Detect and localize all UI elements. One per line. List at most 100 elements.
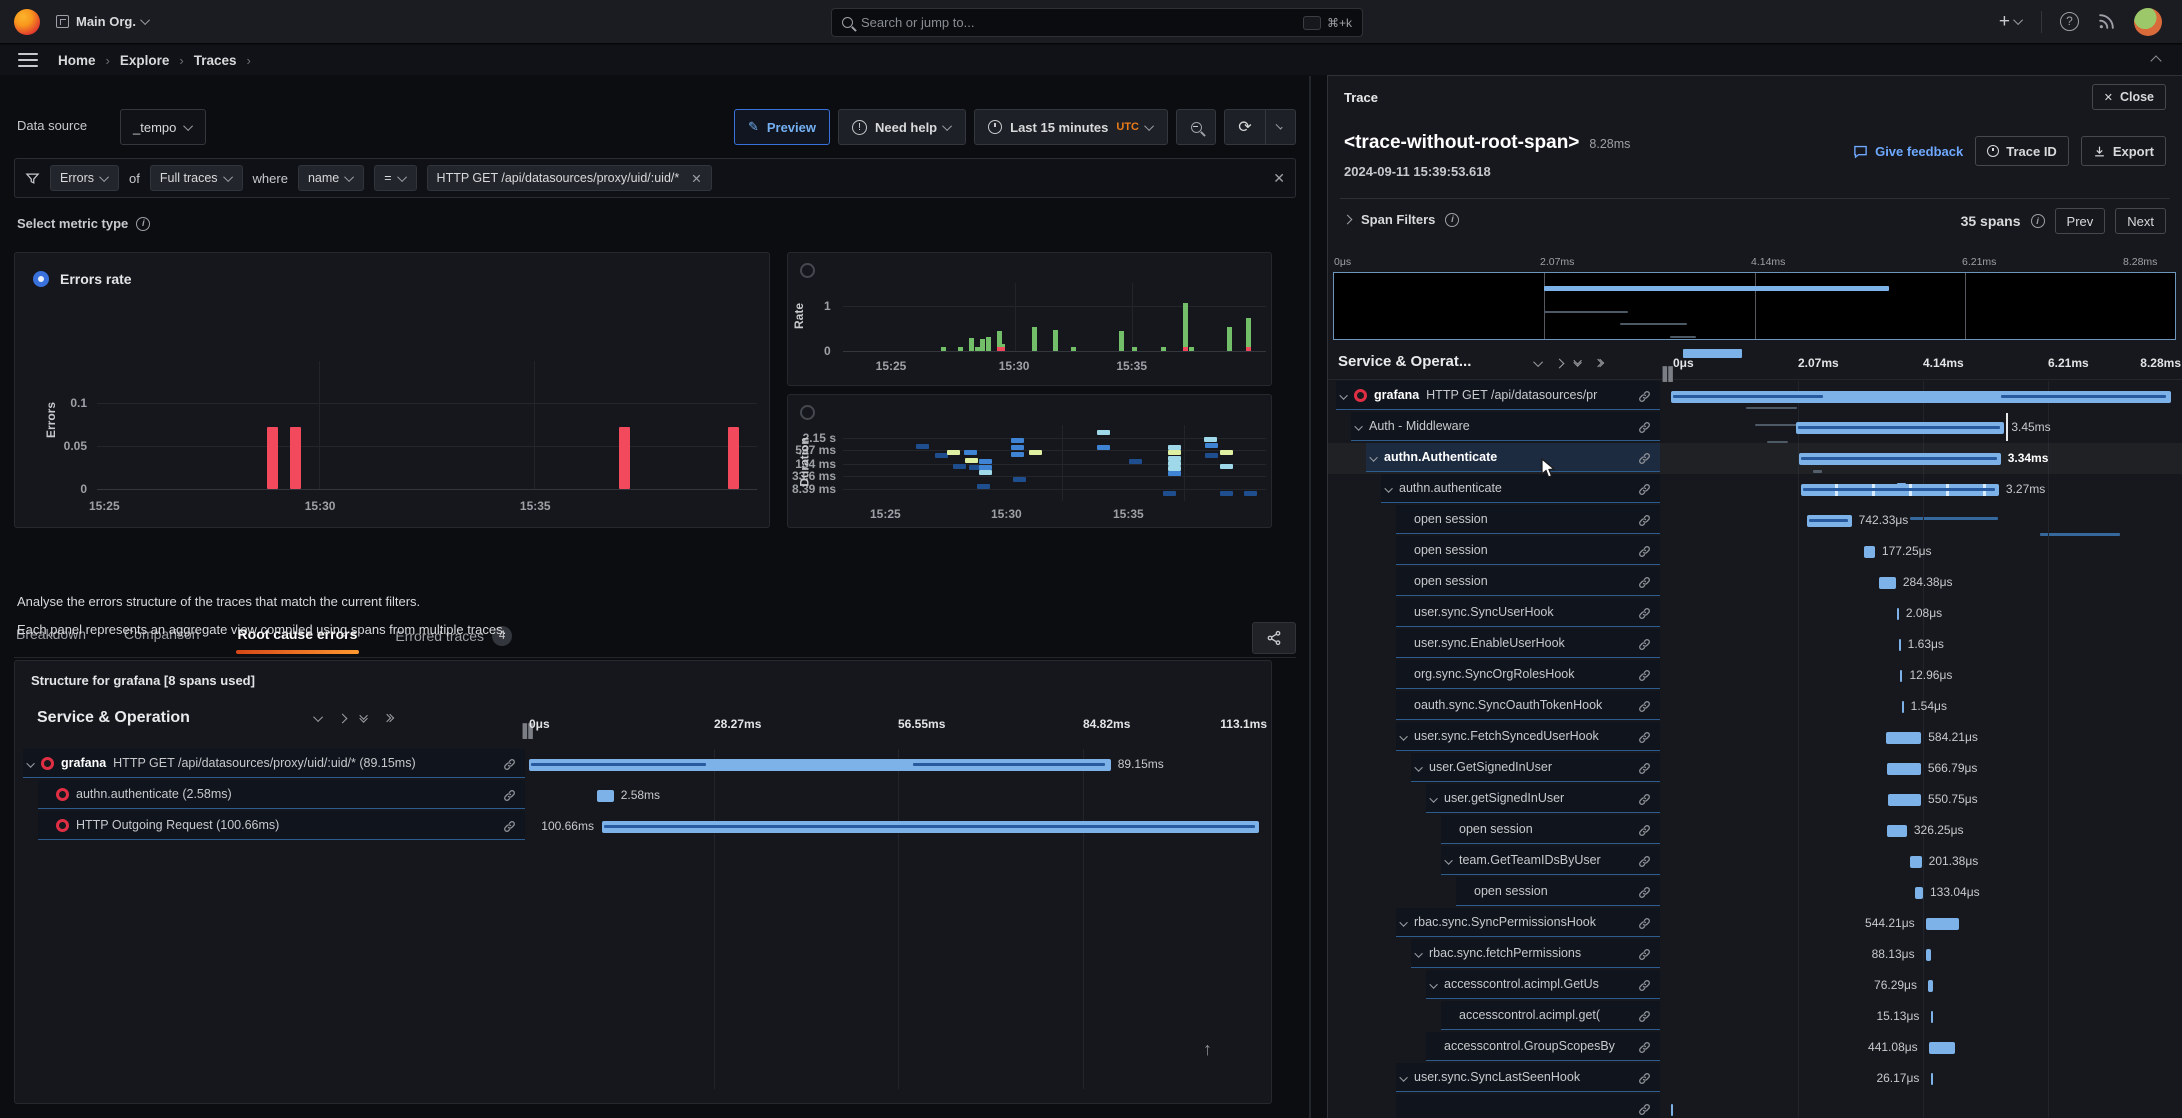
org-switcher[interactable]: Main Org. [56, 14, 150, 29]
tree-expand-icon[interactable] [1357, 419, 1363, 434]
span-row[interactable]: user.sync.SyncUserHook2.08μs [1328, 598, 2182, 629]
tree-expand-icon[interactable] [1447, 853, 1453, 868]
span-bar[interactable] [1910, 856, 1922, 868]
span-bar[interactable] [1801, 484, 1998, 496]
filter-chip-full-traces[interactable]: Full traces [150, 165, 243, 191]
span-row[interactable]: team.GetTeamIDsByUser201.38μs [1328, 846, 2182, 877]
span-link-icon[interactable] [1638, 886, 1651, 899]
share-button[interactable] [1252, 622, 1296, 654]
span-link-icon[interactable] [1638, 607, 1651, 620]
span-link-icon[interactable] [1638, 793, 1651, 806]
expand-one-icon[interactable] [1555, 358, 1565, 368]
span-name-cell[interactable]: user.GetSignedInUser [1411, 753, 1660, 782]
span-name-cell[interactable]: grafanaHTTP GET /api/datasources/pr [1336, 381, 1660, 410]
tree-expand-icon[interactable] [1432, 791, 1438, 806]
tree-expand-icon[interactable] [1417, 946, 1423, 961]
span-row[interactable]: authn.authenticate (2.58ms)2.58ms [15, 780, 1271, 811]
search-input[interactable]: Search or jump to... ⌘+k [831, 8, 1363, 37]
span-row[interactable]: user.sync.FetchSyncedUserHook584.21μs [1328, 722, 2182, 753]
span-name-cell[interactable]: open session [1396, 505, 1660, 534]
span-row[interactable]: open session326.25μs [1328, 815, 2182, 846]
span-bar[interactable] [1887, 763, 1921, 775]
span-name-cell[interactable]: accesscontrol.acimpl.get( [1441, 1001, 1660, 1030]
refresh-interval-button[interactable] [1266, 109, 1296, 145]
span-link-icon[interactable] [1638, 1010, 1651, 1023]
expand-all-icon[interactable] [1595, 360, 1603, 366]
next-button[interactable]: Next [2115, 208, 2166, 234]
span-bar[interactable] [597, 790, 614, 802]
timeline-minimap[interactable] [1333, 272, 2176, 340]
span-name-cell[interactable]: oauth.sync.SyncOauthTokenHook [1396, 691, 1660, 720]
span-row[interactable]: user.sync.EnableUserHook1.63μs [1328, 629, 2182, 660]
tree-expand-icon[interactable] [1372, 450, 1378, 465]
span-bar[interactable] [1900, 670, 1902, 682]
radio-duration[interactable] [800, 405, 815, 420]
span-row[interactable]: oauth.sync.SyncOauthTokenHook1.54μs [1328, 691, 2182, 722]
collapse-icon[interactable] [2150, 55, 2161, 66]
span-bar[interactable] [1929, 1042, 1956, 1054]
pane-divider[interactable] [1309, 76, 1311, 1118]
span-link-icon[interactable] [1638, 669, 1651, 682]
span-name-cell[interactable]: open session [1396, 567, 1660, 596]
span-name-cell[interactable]: grafanaHTTP GET /api/datasources/proxy/u… [23, 749, 525, 778]
span-link-icon[interactable] [1638, 483, 1651, 496]
span-bar[interactable] [602, 821, 1259, 833]
collapse-all-icon[interactable] [1576, 359, 1582, 367]
span-name-cell[interactable]: HTTP Outgoing Request (100.66ms) [38, 811, 525, 840]
span-name-cell[interactable] [1396, 1094, 1660, 1118]
expand-all-icon[interactable] [384, 715, 393, 721]
span-link-icon[interactable] [1638, 855, 1651, 868]
span-row[interactable]: authn.Authenticate3.34ms [1328, 443, 2182, 474]
span-bar[interactable] [1902, 701, 1904, 713]
tree-expand-icon[interactable] [1402, 1070, 1408, 1085]
span-link-icon[interactable] [1638, 452, 1651, 465]
filter-clear-icon[interactable]: ✕ [1273, 170, 1285, 187]
zoom-out-button[interactable] [1176, 109, 1216, 145]
span-link-icon[interactable] [1638, 1041, 1651, 1054]
help-icon[interactable]: ? [2060, 12, 2079, 31]
filter-chip-errors[interactable]: Errors [50, 165, 119, 191]
breadcrumb-item-traces[interactable]: Traces [194, 53, 237, 68]
tree-expand-icon[interactable] [29, 756, 35, 771]
span-link-icon[interactable] [1638, 731, 1651, 744]
span-bar[interactable] [1796, 422, 2004, 434]
span-row[interactable] [1328, 1094, 2182, 1118]
tree-expand-icon[interactable] [1342, 388, 1348, 403]
span-name-cell[interactable]: team.GetTeamIDsByUser [1441, 846, 1660, 875]
news-rss-icon[interactable] [2097, 12, 2116, 31]
span-bar[interactable] [1888, 794, 1921, 806]
collapse-all-icon[interactable] [362, 714, 368, 723]
avatar[interactable] [2134, 8, 2162, 36]
span-bar[interactable] [1915, 887, 1923, 899]
span-bar[interactable] [1897, 608, 1899, 620]
span-link-icon[interactable] [1638, 390, 1651, 403]
span-link-icon[interactable] [1638, 514, 1651, 527]
span-row[interactable]: open session177.25μs [1328, 536, 2182, 567]
span-row[interactable]: rbac.sync.SyncPermissionsHook544.21μs [1328, 908, 2182, 939]
span-filters-expand-icon[interactable] [1343, 215, 1353, 225]
span-link-icon[interactable] [1638, 824, 1651, 837]
span-row[interactable]: open session133.04μs [1328, 877, 2182, 908]
span-name-cell[interactable]: accesscontrol.GroupScopesBy [1426, 1032, 1660, 1061]
span-name-cell[interactable]: open session [1396, 536, 1660, 565]
span-name-cell[interactable]: open session [1441, 815, 1660, 844]
trace-id-button[interactable]: Trace ID [1975, 136, 2069, 166]
span-name-cell[interactable]: authn.authenticate [1381, 474, 1660, 503]
refresh-button[interactable]: ⟳ [1224, 109, 1266, 145]
time-range-picker[interactable]: Last 15 minutes UTC [974, 109, 1168, 145]
span-link-icon[interactable] [503, 789, 516, 802]
filter-chip-operator[interactable]: = [374, 165, 416, 191]
export-button[interactable]: Export [2081, 136, 2166, 166]
span-name-cell[interactable]: open session [1456, 877, 1660, 906]
span-bar[interactable] [1879, 577, 1896, 589]
span-name-cell[interactable]: user.sync.SyncUserHook [1396, 598, 1660, 627]
radio-rate[interactable] [800, 263, 815, 278]
scroll-top-icon[interactable]: ↑ [1203, 1039, 1212, 1060]
span-row[interactable]: grafanaHTTP GET /api/datasources/proxy/u… [15, 749, 1271, 780]
span-bar[interactable] [1864, 546, 1875, 558]
span-bar[interactable] [1886, 732, 1921, 744]
span-link-icon[interactable] [1638, 638, 1651, 651]
collapse-one-icon[interactable] [1533, 357, 1543, 367]
preview-button[interactable]: ✎ Preview [734, 109, 830, 145]
span-name-cell[interactable]: user.sync.EnableUserHook [1396, 629, 1660, 658]
